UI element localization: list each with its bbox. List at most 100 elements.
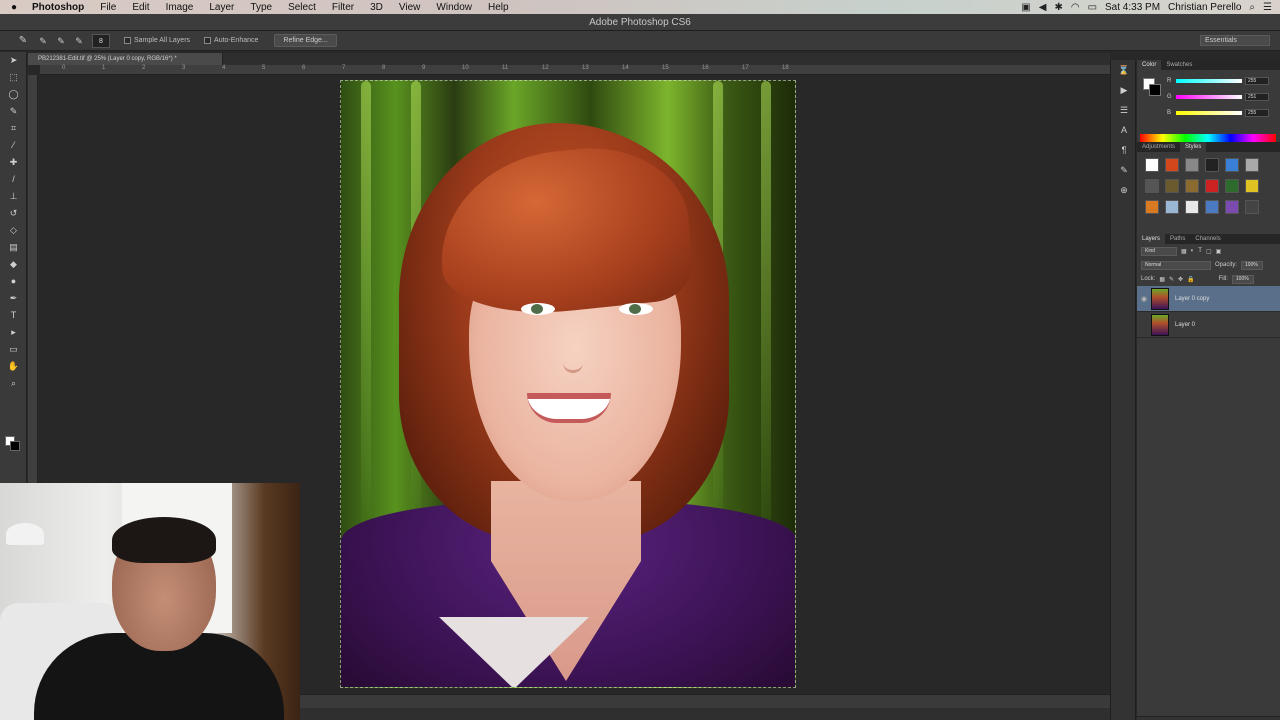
filter-pixel-icon[interactable]: ▦: [1181, 248, 1187, 255]
green-value[interactable]: 251: [1245, 93, 1269, 101]
auto-enhance-checkbox[interactable]: Auto-Enhance: [204, 37, 258, 44]
battery-icon[interactable]: ▭: [1088, 2, 1097, 13]
layer-row[interactable]: Layer 0: [1137, 312, 1280, 338]
layer-name[interactable]: Layer 0: [1175, 322, 1195, 328]
tab-channels[interactable]: Channels: [1190, 234, 1225, 244]
dodge-tool-icon[interactable]: ●: [0, 273, 27, 290]
style-swatch[interactable]: [1145, 179, 1159, 193]
filter-smart-object-icon[interactable]: ▣: [1216, 248, 1222, 255]
style-swatch[interactable]: [1245, 179, 1259, 193]
lock-image-icon[interactable]: ✎: [1169, 276, 1174, 283]
style-swatch[interactable]: [1225, 200, 1239, 214]
red-slider[interactable]: R 255: [1167, 76, 1277, 86]
marquee-tool-icon[interactable]: ⬚: [0, 69, 27, 86]
tab-color[interactable]: Color: [1137, 60, 1162, 70]
menu-app[interactable]: Photoshop: [28, 2, 92, 13]
menu-type[interactable]: Type: [242, 2, 280, 13]
healing-brush-icon[interactable]: ✚: [0, 154, 27, 171]
pen-tool-icon[interactable]: ✒: [0, 290, 27, 307]
layer-row[interactable]: ◉ Layer 0 copy: [1137, 286, 1280, 312]
style-swatch[interactable]: [1165, 200, 1179, 214]
paragraph-panel-icon[interactable]: ¶: [1111, 140, 1137, 160]
lock-all-icon[interactable]: 🔒: [1187, 276, 1194, 283]
lock-position-icon[interactable]: ✥: [1178, 276, 1183, 283]
style-swatch[interactable]: [1145, 158, 1159, 172]
opacity-input[interactable]: 100%: [1241, 260, 1264, 270]
brush-tool-icon[interactable]: /: [0, 171, 27, 188]
style-swatch[interactable]: [1165, 179, 1179, 193]
lock-transparent-icon[interactable]: ▦: [1159, 276, 1165, 283]
style-swatch[interactable]: [1225, 179, 1239, 193]
color-spectrum[interactable]: [1140, 134, 1276, 142]
volume-icon[interactable]: ◀: [1039, 2, 1047, 13]
brush-size-picker[interactable]: 8: [92, 33, 110, 48]
green-slider-bar[interactable]: [1176, 95, 1242, 99]
subtract-selection-icon[interactable]: ✎: [72, 35, 86, 47]
style-swatch[interactable]: [1205, 179, 1219, 193]
tab-paths[interactable]: Paths: [1165, 234, 1190, 244]
screen-record-icon[interactable]: ▣: [1021, 2, 1030, 13]
history-brush-icon[interactable]: ↺: [0, 205, 27, 222]
eraser-tool-icon[interactable]: ◇: [0, 222, 27, 239]
notification-icon[interactable]: ☰: [1263, 2, 1272, 13]
portrait-image[interactable]: [340, 80, 796, 688]
document-tab[interactable]: PB212381-Edit.tif @ 25% (Layer 0 copy, R…: [28, 53, 223, 65]
menu-window[interactable]: Window: [428, 2, 480, 13]
style-swatch[interactable]: [1205, 158, 1219, 172]
style-swatch[interactable]: [1225, 158, 1239, 172]
apple-icon[interactable]: ●: [0, 2, 28, 13]
shape-tool-icon[interactable]: ▭: [0, 341, 27, 358]
blur-tool-icon[interactable]: ◆: [0, 256, 27, 273]
visibility-eye-icon[interactable]: ◉: [1137, 295, 1151, 303]
background-color-swatch[interactable]: [10, 441, 20, 451]
lasso-tool-icon[interactable]: ◯: [0, 86, 27, 103]
color-panel-background[interactable]: [1149, 84, 1161, 96]
layer-name[interactable]: Layer 0 copy: [1175, 296, 1209, 302]
add-to-selection-icon[interactable]: ✎: [54, 35, 68, 47]
green-slider[interactable]: G 251: [1167, 92, 1277, 102]
menu-help[interactable]: Help: [480, 2, 517, 13]
crop-tool-icon[interactable]: ⌗: [0, 120, 27, 137]
gradient-tool-icon[interactable]: ▤: [0, 239, 27, 256]
auto-enhance-box[interactable]: [204, 37, 212, 44]
hand-tool-icon[interactable]: ✋: [0, 358, 27, 375]
style-swatch[interactable]: [1205, 200, 1219, 214]
tab-adjustments[interactable]: Adjustments: [1137, 142, 1180, 152]
properties-panel-icon[interactable]: ☰: [1111, 100, 1137, 120]
character-panel-icon[interactable]: A: [1111, 120, 1137, 140]
style-swatch[interactable]: [1185, 200, 1199, 214]
quick-selection-icon[interactable]: ✎: [0, 103, 27, 120]
menu-filter[interactable]: Filter: [324, 2, 362, 13]
history-panel-icon[interactable]: ⌛: [1111, 60, 1137, 80]
brush-panel-icon[interactable]: ✎: [1111, 160, 1137, 180]
menu-3d[interactable]: 3D: [362, 2, 391, 13]
tab-styles[interactable]: Styles: [1180, 142, 1207, 152]
actions-panel-icon[interactable]: ▶: [1111, 80, 1137, 100]
bluetooth-icon[interactable]: ✱: [1054, 2, 1062, 13]
sample-all-layers-box[interactable]: [124, 37, 131, 44]
menu-edit[interactable]: Edit: [124, 2, 157, 13]
blue-value[interactable]: 255: [1245, 109, 1269, 117]
horizontal-ruler[interactable]: 0 1 2 3 4 5 6 7 8 9 10 11 12 13 14 15 16 17 18: [40, 65, 1110, 75]
filter-adjustment-icon[interactable]: ◐: [1191, 248, 1195, 254]
clone-source-panel-icon[interactable]: ⊕: [1111, 180, 1137, 200]
new-selection-icon[interactable]: ✎: [36, 35, 50, 47]
menu-file[interactable]: File: [92, 2, 124, 13]
clock[interactable]: Sat 4:33 PM: [1105, 2, 1160, 13]
blue-slider-bar[interactable]: [1176, 111, 1242, 115]
style-swatch[interactable]: [1185, 158, 1199, 172]
refine-edge-button[interactable]: Refine Edge...: [274, 34, 337, 47]
blue-slider[interactable]: B 255: [1167, 108, 1277, 118]
style-swatch[interactable]: [1245, 200, 1259, 214]
eyedropper-tool-icon[interactable]: ⁄: [0, 137, 27, 154]
quick-selection-tool-icon[interactable]: ✎: [14, 34, 32, 48]
red-slider-bar[interactable]: [1176, 79, 1242, 83]
sample-all-layers-checkbox[interactable]: Sample All Layers: [124, 37, 190, 44]
blend-mode-select[interactable]: Normal: [1141, 260, 1211, 270]
filter-type-icon[interactable]: T: [1198, 248, 1202, 254]
red-value[interactable]: 255: [1245, 77, 1269, 85]
menu-image[interactable]: Image: [158, 2, 202, 13]
menu-select[interactable]: Select: [280, 2, 324, 13]
style-swatch[interactable]: [1165, 158, 1179, 172]
tab-swatches[interactable]: Swatches: [1161, 60, 1197, 70]
